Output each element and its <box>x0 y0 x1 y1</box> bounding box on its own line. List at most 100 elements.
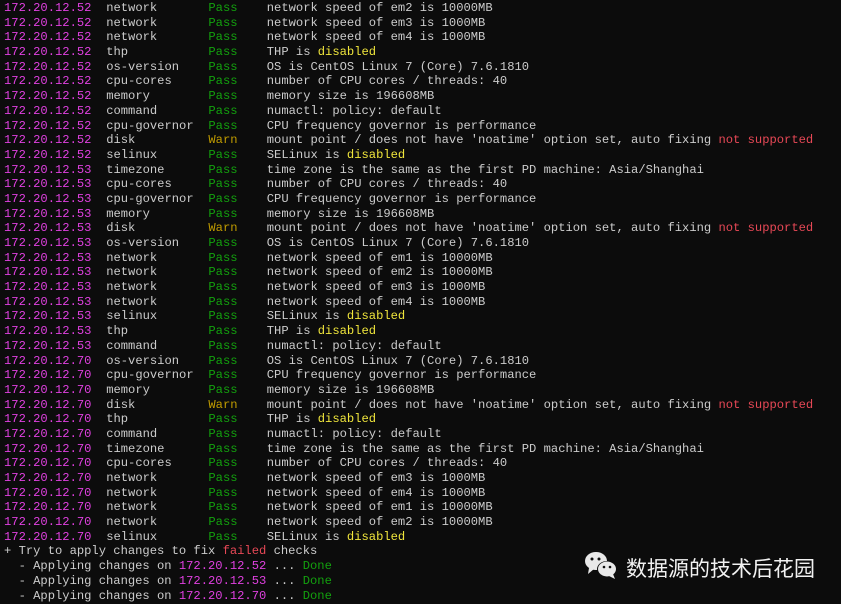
check-row: 172.20.12.70 cpu-cores Pass number of CPU c… <box>4 456 813 471</box>
check-name: memory <box>106 382 150 397</box>
wechat-icon <box>584 550 618 585</box>
line-segment: Done <box>302 573 332 588</box>
check-name: disk <box>106 397 136 412</box>
check-name: disk <box>106 221 136 236</box>
message-segment: number of CPU cores / threads: 40 <box>266 456 508 471</box>
check-status: Pass <box>208 382 238 397</box>
host-ip: 172.20.12.70 <box>4 456 92 471</box>
check-row: 172.20.12.52 network Pass network speed of … <box>4 16 813 31</box>
check-message: time zone is the same as the first PD ma… <box>267 163 704 177</box>
message-segment: network speed of em3 is 1000MB <box>266 15 486 30</box>
check-row: 172.20.12.53 network Pass network speed of … <box>4 251 813 266</box>
check-message: mount point / does not have 'noatime' op… <box>267 133 813 147</box>
check-status: Pass <box>208 309 238 324</box>
message-segment: disabled <box>346 147 406 162</box>
check-row: 172.20.12.52 os-version Pass OS is CentOS L… <box>4 60 813 75</box>
check-message: time zone is the same as the first PD ma… <box>267 442 704 456</box>
message-segment: network speed of em2 is 10000MB <box>266 515 493 530</box>
check-row: 172.20.12.53 memory Pass memory size is 196… <box>4 207 813 222</box>
check-message: OS is CentOS Linux 7 (Core) 7.6.1810 <box>267 60 529 74</box>
line-segment: Done <box>302 559 332 574</box>
host-ip: 172.20.12.53 <box>4 265 92 280</box>
check-name: network <box>106 471 158 485</box>
line-segment: failed <box>222 544 267 559</box>
check-row: 172.20.12.70 network Pass network speed of … <box>4 471 813 486</box>
line-segment: - Applying changes on <box>4 573 179 588</box>
message-segment: THP is <box>266 412 318 427</box>
check-message: OS is CentOS Linux 7 (Core) 7.6.1810 <box>267 236 529 250</box>
check-name: command <box>106 103 158 118</box>
check-message: network speed of em3 is 1000MB <box>267 16 486 30</box>
message-segment: network speed of em4 is 1000MB <box>266 485 486 500</box>
message-segment: CPU frequency governor is performance <box>266 191 537 206</box>
host-ip: 172.20.12.53 <box>4 221 92 236</box>
host-ip: 172.20.12.52 <box>4 1 92 15</box>
check-row: 172.20.12.70 network Pass network speed of … <box>4 500 813 515</box>
check-message: network speed of em1 is 10000MB <box>267 251 493 265</box>
host-ip: 172.20.12.53 <box>4 177 92 192</box>
message-segment: disabled <box>317 412 377 427</box>
watermark: 数据源的技术后花园 <box>584 550 815 585</box>
host-ip: 172.20.12.52 <box>4 45 92 60</box>
host-ip: 172.20.12.52 <box>4 30 92 45</box>
check-row: 172.20.12.52 disk Warn mount point / does n… <box>4 133 813 148</box>
check-status: Pass <box>208 471 238 485</box>
line-segment: - Applying changes on <box>4 588 179 603</box>
check-status: Pass <box>208 103 238 118</box>
host-ip: 172.20.12.53 <box>4 309 92 324</box>
check-message: number of CPU cores / threads: 40 <box>267 177 507 191</box>
check-status: Pass <box>208 118 238 133</box>
message-segment: network speed of em1 is 10000MB <box>266 250 493 265</box>
host-ip: 172.20.12.52 <box>4 89 92 104</box>
check-message: network speed of em4 is 1000MB <box>267 486 486 500</box>
check-name: os-version <box>106 59 180 74</box>
check-message: number of CPU cores / threads: 40 <box>267 456 507 470</box>
check-name: os-version <box>106 236 180 250</box>
host-ip: 172.20.12.70 <box>4 500 92 515</box>
check-status: Pass <box>208 426 238 441</box>
check-status: Pass <box>208 1 238 15</box>
check-name: network <box>106 280 158 295</box>
check-status: Pass <box>208 191 238 206</box>
check-message: network speed of em3 is 1000MB <box>267 471 486 485</box>
check-row: 172.20.12.70 timezone Pass time zone is the… <box>4 442 813 457</box>
check-status: Pass <box>208 485 238 500</box>
check-row: 172.20.12.53 network Pass network speed of … <box>4 295 813 310</box>
check-name: command <box>106 338 158 353</box>
check-status: Pass <box>208 74 238 89</box>
check-message: THP is disabled <box>267 412 376 426</box>
message-segment: mount point / does not have 'noatime' op… <box>266 397 719 412</box>
check-row: 172.20.12.53 cpu-governor Pass CPU frequenc… <box>4 192 813 207</box>
message-segment: SELinux is <box>266 147 347 162</box>
check-status: Pass <box>208 412 238 427</box>
host-ip: 172.20.12.70 <box>4 368 92 383</box>
host-ip: 172.20.12.52 <box>4 147 92 162</box>
check-message: SELinux is disabled <box>267 530 405 544</box>
host-ip: 172.20.12.52 <box>4 133 92 148</box>
check-row: 172.20.12.70 cpu-governor Pass CPU frequenc… <box>4 368 813 383</box>
message-segment: THP is <box>266 324 318 339</box>
check-name: cpu-governor <box>106 118 194 133</box>
host-ip: 172.20.12.52 <box>4 74 92 89</box>
check-name: thp <box>106 45 129 60</box>
check-name: os-version <box>106 353 180 368</box>
check-message: network speed of em4 is 1000MB <box>267 30 486 44</box>
check-name: selinux <box>106 529 158 544</box>
host-ip: 172.20.12.53 <box>4 206 92 221</box>
message-segment: network speed of em3 is 1000MB <box>266 280 486 295</box>
check-row: 172.20.12.53 network Pass network speed of … <box>4 265 813 280</box>
host-ip: 172.20.12.70 <box>4 382 92 397</box>
host-ip: 172.20.12.53 <box>4 191 92 206</box>
line-segment: ... <box>266 573 303 588</box>
check-row: 172.20.12.53 network Pass network speed of … <box>4 280 813 295</box>
line-segment: ... <box>266 588 303 603</box>
check-name: network <box>106 1 158 15</box>
check-message: CPU frequency governor is performance <box>267 368 537 382</box>
host-ip: 172.20.12.70 <box>4 441 92 456</box>
check-status: Pass <box>208 529 238 544</box>
check-status: Warn <box>208 221 238 236</box>
check-message: memory size is 196608MB <box>267 89 435 103</box>
check-name: network <box>106 294 158 309</box>
check-message: OS is CentOS Linux 7 (Core) 7.6.1810 <box>267 354 529 368</box>
message-segment: number of CPU cores / threads: 40 <box>266 177 508 192</box>
